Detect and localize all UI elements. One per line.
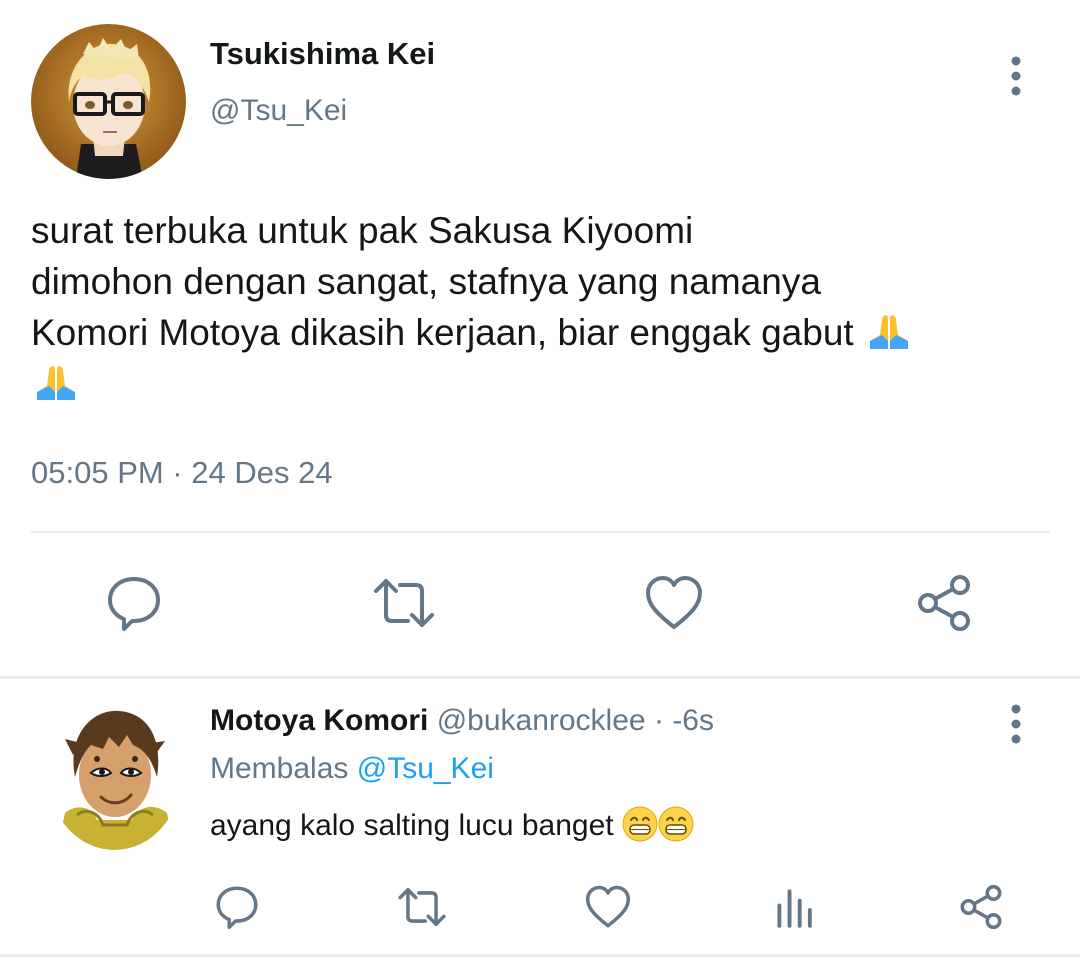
- reply-author-handle[interactable]: @bukanrocklee: [437, 704, 646, 737]
- tweet-text-line: [31, 358, 1061, 409]
- divider: [0, 676, 1080, 679]
- reply-icon[interactable]: [212, 882, 262, 932]
- folded-hands-emoji-icon: [864, 311, 914, 351]
- reply-icon[interactable]: [102, 571, 166, 635]
- reply-text: ayang kalo salting lucu banget: [210, 806, 694, 843]
- share-icon[interactable]: [912, 571, 976, 635]
- reply-header: Motoya Komori @bukanrocklee · -6s: [210, 704, 714, 738]
- replying-prefix: Membalas: [210, 752, 349, 785]
- tweet-text-line: Komori Motoya dikasih kerjaan, biar engg…: [31, 307, 1061, 358]
- like-icon[interactable]: [583, 882, 633, 932]
- more-vertical-icon[interactable]: [1006, 54, 1026, 98]
- share-icon[interactable]: [956, 882, 1006, 932]
- divider: [31, 531, 1050, 533]
- tweet-text: surat terbuka untuk pak Sakusa Kiyoomi d…: [31, 205, 1061, 409]
- replying-to: Membalas @Tsu_Kei: [210, 752, 494, 786]
- analytics-icon[interactable]: [770, 882, 820, 932]
- grinning-face-emoji-icon: [658, 806, 694, 842]
- tweet-text-line: dimohon dengan sangat, stafnya yang nama…: [31, 261, 821, 302]
- reply-text-content: ayang kalo salting lucu banget: [210, 809, 622, 842]
- like-icon[interactable]: [642, 571, 706, 635]
- reply-author-avatar[interactable]: [47, 695, 182, 850]
- folded-hands-emoji-icon: [31, 362, 81, 402]
- grinning-face-emoji-icon: [622, 806, 658, 842]
- tweet-timestamp[interactable]: 05:05 PM · 24 Des 24: [31, 455, 333, 491]
- author-name[interactable]: Tsukishima Kei: [210, 36, 435, 72]
- more-vertical-icon[interactable]: [1006, 702, 1026, 746]
- retweet-icon[interactable]: [397, 882, 447, 932]
- reply-time[interactable]: · -6s: [654, 704, 714, 737]
- retweet-icon[interactable]: [372, 571, 436, 635]
- author-handle[interactable]: @Tsu_Kei: [210, 94, 347, 128]
- replying-mention-link[interactable]: @Tsu_Kei: [357, 752, 494, 785]
- tweet-text-line: surat terbuka untuk pak Sakusa Kiyoomi: [31, 210, 694, 251]
- reply-author-name[interactable]: Motoya Komori: [210, 704, 428, 737]
- author-avatar[interactable]: [31, 24, 186, 179]
